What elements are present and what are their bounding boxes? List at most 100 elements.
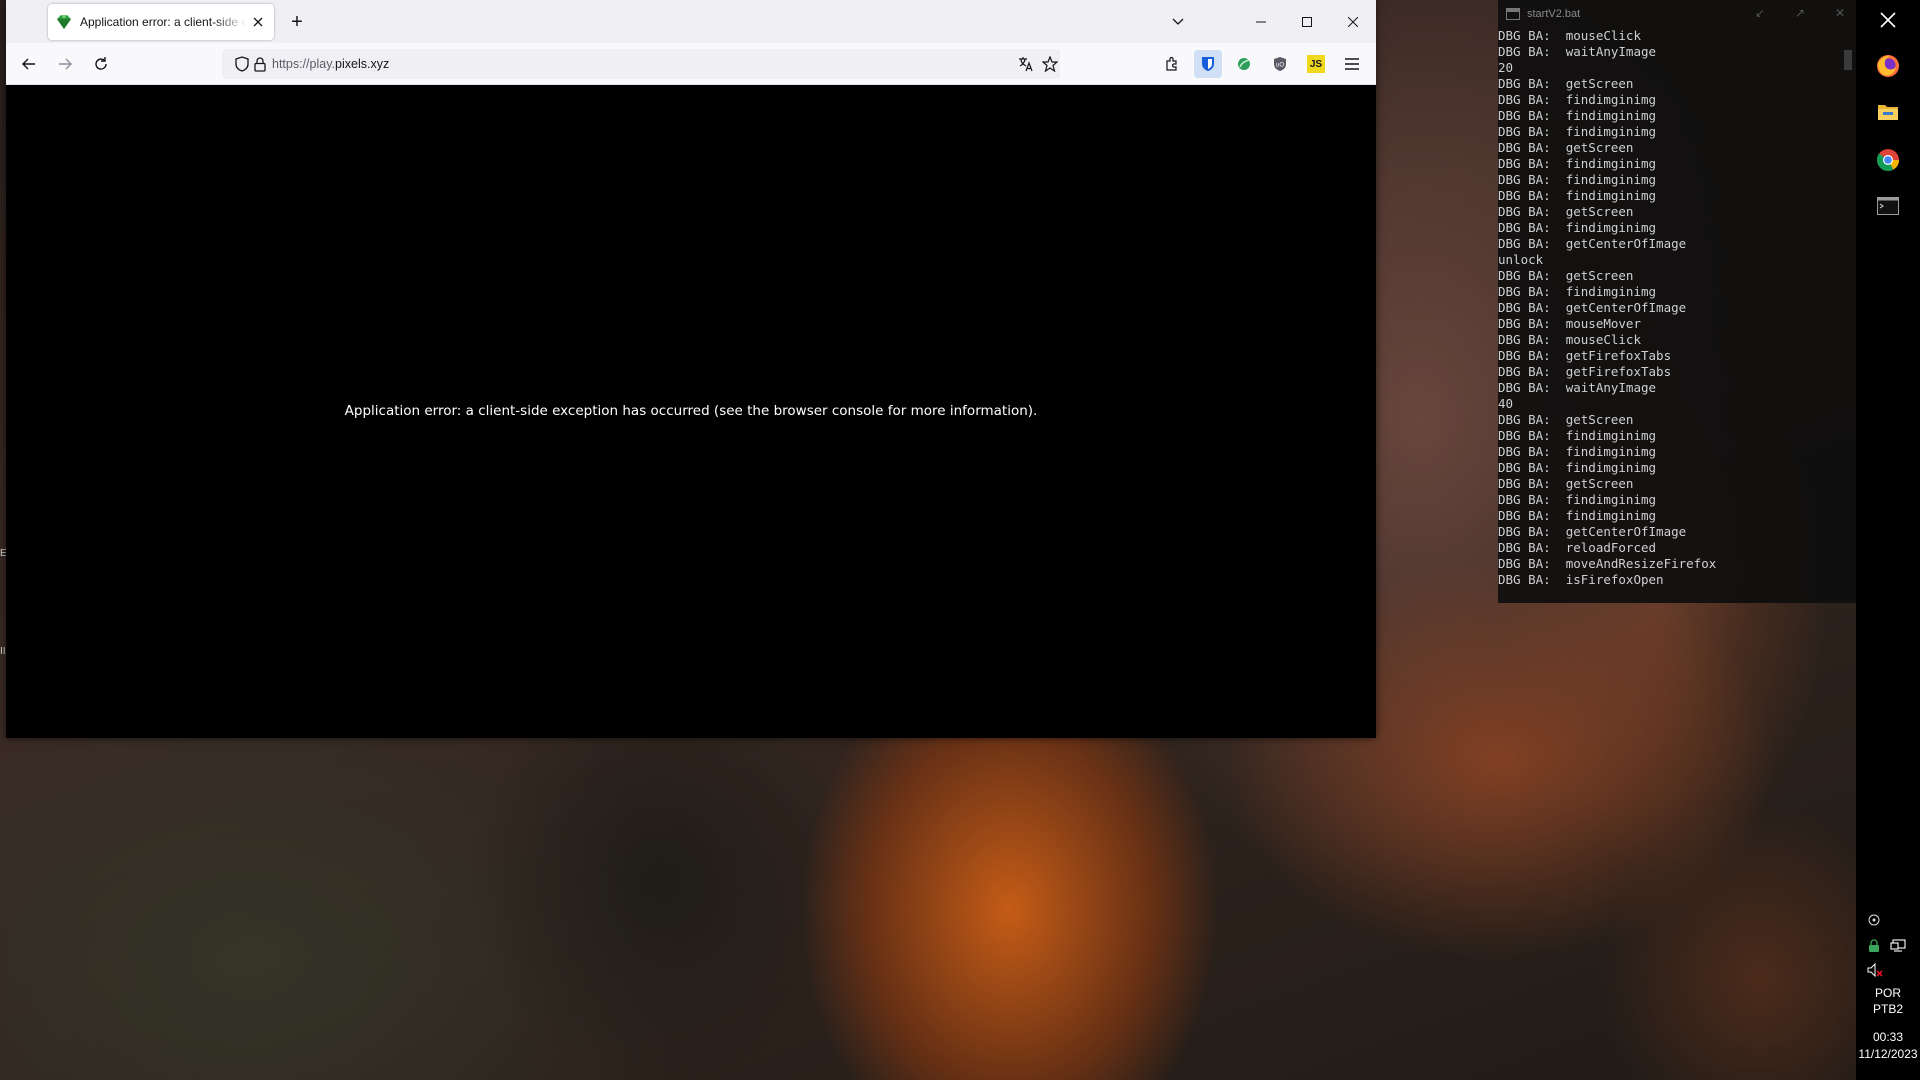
console-line: DBG BA: getFirefoxTabs: [1498, 348, 1672, 363]
taskbar-file-explorer[interactable]: [1872, 96, 1904, 128]
leaf-extension-icon: [1238, 58, 1250, 70]
hamburger-menu-icon: [1345, 58, 1359, 70]
translate-icon[interactable]: [1018, 56, 1034, 72]
clock-date[interactable]: 11/12/2023: [1856, 1047, 1920, 1061]
bitwarden-extension-button[interactable]: [1194, 50, 1222, 78]
console-line: DBG BA: findimginimg: [1498, 460, 1657, 475]
shield-icon[interactable]: [234, 56, 250, 72]
keyboard-layout[interactable]: PTB2: [1856, 1002, 1920, 1016]
chevron-down-icon: [1172, 18, 1184, 25]
console-line: DBG BA: moveAndResizeFirefox: [1498, 556, 1717, 571]
console-line: DBG BA: isFirefoxOpen: [1498, 572, 1664, 587]
back-arrow-icon: [22, 58, 35, 70]
ublock-extension-button[interactable]: uO: [1266, 50, 1294, 78]
lock-icon[interactable]: [252, 56, 268, 72]
url-prefix: play.: [309, 57, 336, 71]
menu-button[interactable]: [1338, 50, 1366, 78]
desktop-icon-fragment: II: [0, 646, 6, 657]
console-line: DBG BA: findimginimg: [1498, 220, 1657, 235]
circle-up-icon: [1868, 914, 1880, 926]
console-line: DBG BA: findimginimg: [1498, 188, 1657, 203]
url-text[interactable]: https://play.pixels.xyz: [272, 57, 389, 71]
chrome-icon: [1876, 149, 1899, 171]
console-line: DBG BA: findimginimg: [1498, 108, 1657, 123]
taskbar-terminal[interactable]: [1872, 190, 1904, 222]
url-protocol: https://: [272, 57, 310, 71]
close-window-button[interactable]: [1330, 0, 1376, 43]
console-line: DBG BA: getCenterOfImage: [1498, 236, 1687, 251]
url-bar[interactable]: https://play.pixels.xyz: [222, 49, 1060, 79]
taskbar: POR PTB2 00:33 11/12/2023: [1856, 0, 1920, 1080]
taskbar-firefox[interactable]: [1872, 50, 1904, 82]
list-all-tabs-button[interactable]: [1164, 8, 1192, 36]
tab-bar: Application error: a client-side excepti…: [6, 0, 1376, 43]
tray-chevron-button[interactable]: [1866, 912, 1882, 928]
back-button[interactable]: [15, 50, 43, 78]
firefox-icon: [1877, 55, 1899, 77]
close-icon: [1348, 16, 1358, 27]
js-extension-button[interactable]: JS: [1302, 50, 1330, 78]
minimize-button[interactable]: [1238, 0, 1284, 43]
console-maximize-button[interactable]: ↗: [1792, 5, 1808, 21]
tab-close-icon[interactable]: [250, 14, 266, 30]
console-line: DBG BA: findimginimg: [1498, 172, 1657, 187]
console-line: DBG BA: getScreen: [1498, 412, 1634, 427]
bitwarden-shield-icon: [1202, 57, 1214, 71]
file-explorer-icon: [1878, 105, 1898, 120]
url-host: pixels.xyz: [335, 57, 390, 71]
ublock-shield-icon: uO: [1274, 57, 1286, 71]
status-lock-icon: [1869, 939, 1879, 952]
tray-network-button[interactable]: [1888, 938, 1908, 954]
console-line: 20: [1498, 60, 1514, 75]
star-icon[interactable]: [1042, 56, 1058, 72]
volume-muted-icon: [1867, 963, 1883, 977]
js-badge-icon: JS: [1307, 55, 1325, 73]
console-close-button[interactable]: ✕: [1832, 5, 1848, 21]
new-tab-button[interactable]: +: [283, 8, 311, 36]
console-line: 40: [1498, 396, 1514, 411]
console-line: DBG BA: mouseMover: [1498, 316, 1641, 331]
minimize-icon: [1256, 21, 1266, 22]
console-line: DBG BA: getScreen: [1498, 76, 1634, 91]
clock-time[interactable]: 00:33: [1856, 1030, 1920, 1044]
green-extension-button[interactable]: [1230, 50, 1258, 78]
console-line: DBG BA: getScreen: [1498, 140, 1634, 155]
plus-icon: +: [291, 10, 303, 33]
tab-active[interactable]: Application error: a client-side excepti…: [48, 4, 274, 40]
console-line: DBG BA: getScreen: [1498, 204, 1634, 219]
extensions-button[interactable]: [1158, 50, 1186, 78]
network-icon: [1890, 939, 1906, 952]
taskbar-chrome[interactable]: [1872, 144, 1904, 176]
close-panel-button[interactable]: [1872, 4, 1904, 36]
tray-volume-button[interactable]: [1866, 962, 1884, 978]
maximize-button[interactable]: [1284, 0, 1330, 43]
reload-icon: [95, 57, 107, 70]
navigation-toolbar: https://play.pixels.xyz uO JS: [6, 43, 1376, 85]
console-line: DBG BA: findimginimg: [1498, 124, 1657, 139]
input-language[interactable]: POR: [1856, 986, 1920, 1000]
console-scrollbar[interactable]: [1844, 50, 1852, 70]
console-line: DBG BA: getCenterOfImage: [1498, 300, 1687, 315]
console-line: DBG BA: getScreen: [1498, 268, 1634, 283]
error-message: Application error: a client-side excepti…: [344, 403, 1038, 419]
console-minimize-button[interactable]: ↙: [1752, 5, 1768, 21]
console-line: DBG BA: findimginimg: [1498, 508, 1657, 523]
console-title-bar[interactable]: startV2.bat ↙ ↗ ✕: [1498, 0, 1862, 28]
console-line: DBG BA: getFirefoxTabs: [1498, 364, 1672, 379]
cmd-icon: [1506, 8, 1520, 20]
console-line: DBG BA: waitAnyImage: [1498, 380, 1657, 395]
page-content: Application error: a client-side excepti…: [6, 85, 1376, 738]
console-line: DBG BA: findimginimg: [1498, 428, 1657, 443]
console-output: DBG BA: mouseClick DBG BA: waitAnyImage 20…: [1498, 28, 1838, 598]
console-line: DBG BA: mouseClick: [1498, 332, 1641, 347]
console-line: DBG BA: findimginimg: [1498, 92, 1657, 107]
forward-button[interactable]: [51, 50, 79, 78]
pixels-favicon-icon: [56, 14, 72, 30]
console-line: DBG BA: findimginimg: [1498, 492, 1657, 507]
firefox-window: Application error: a client-side excepti…: [6, 0, 1376, 738]
tray-status-button[interactable]: [1866, 938, 1882, 954]
close-icon: [1880, 12, 1896, 28]
console-line: DBG BA: findimginimg: [1498, 444, 1657, 459]
reload-button[interactable]: [87, 50, 115, 78]
console-line: DBG BA: findimginimg: [1498, 284, 1657, 299]
